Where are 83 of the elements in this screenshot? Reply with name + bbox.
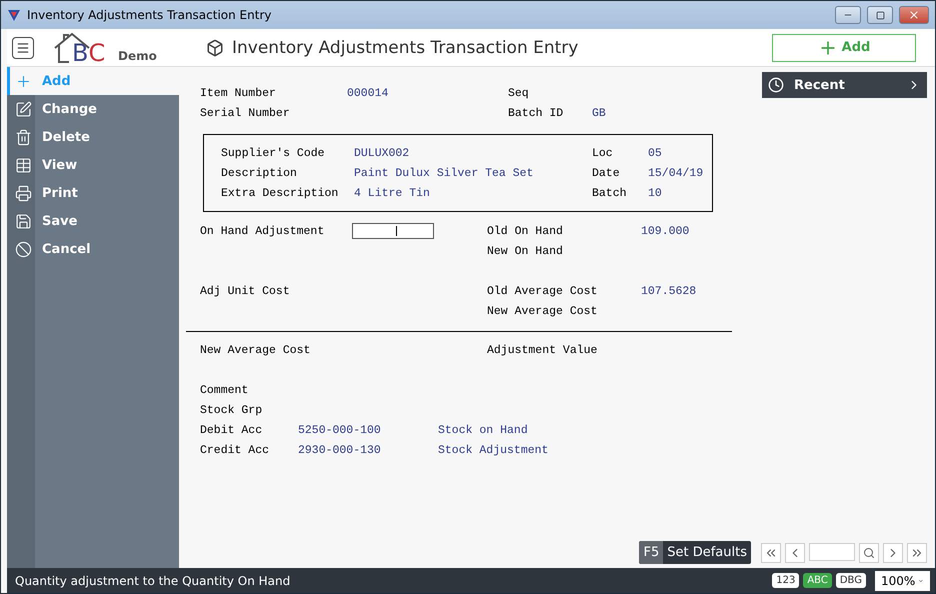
printer-icon xyxy=(15,184,32,202)
field-value: Stock Adjustment xyxy=(438,444,550,456)
add-button[interactable]: Add xyxy=(772,34,916,62)
minimize-button[interactable] xyxy=(835,6,861,24)
logo-letter: B xyxy=(72,40,88,64)
field-label: Credit Acc xyxy=(200,444,270,456)
field-label: Supplier's Code xyxy=(221,146,326,160)
edit-icon xyxy=(15,100,32,118)
set-defaults-button[interactable]: F5 Set Defaults xyxy=(639,541,751,564)
maximize-button[interactable] xyxy=(867,6,893,24)
field-label: Comment xyxy=(200,384,250,396)
logo-tag: Demo xyxy=(118,48,157,62)
window-title: Inventory Adjustments Transaction Entry xyxy=(27,8,272,22)
menu-button[interactable] xyxy=(12,36,34,58)
field-value: 109.000 xyxy=(641,224,690,238)
logo-letter: C xyxy=(88,40,106,64)
field-label: New On Hand xyxy=(487,244,564,258)
zoom-dropdown[interactable]: 100% xyxy=(875,570,930,590)
text-caret xyxy=(396,226,397,236)
field-value: 10 xyxy=(648,186,663,200)
field-label: Batch xyxy=(592,186,628,200)
clock-icon xyxy=(768,77,784,93)
mode-badge[interactable]: DBG xyxy=(836,573,866,588)
field-label: Old Average Cost xyxy=(487,284,598,298)
field-value: 000014 xyxy=(347,86,390,100)
field-label: New Average Cost xyxy=(487,304,598,318)
previous-button[interactable] xyxy=(785,542,805,562)
sidebar-item[interactable]: Cancel xyxy=(7,235,179,263)
mode-badge[interactable]: ABC xyxy=(803,573,832,588)
field-value: Paint Dulux Silver Tea Set xyxy=(354,166,534,180)
sidebar-item[interactable]: Print xyxy=(7,179,179,207)
maximize-icon xyxy=(876,10,884,20)
field-label: Extra Description xyxy=(221,186,340,200)
box-icon xyxy=(206,38,224,56)
field-value: GB xyxy=(592,106,607,120)
field-value: 15/04/19 xyxy=(648,166,704,180)
close-icon xyxy=(908,9,920,21)
recent-label: Recent xyxy=(794,78,846,92)
recent-panel[interactable]: Recent xyxy=(762,72,927,98)
field-label: Date xyxy=(592,166,621,180)
field-label: Stock Grp xyxy=(200,404,264,416)
sidebar-item[interactable]: Delete xyxy=(7,123,179,151)
mode-badge[interactable]: 123 xyxy=(772,573,800,588)
status-text: Quantity adjustment to the Quantity On Hand xyxy=(15,574,292,588)
trash-icon xyxy=(15,128,32,146)
table-icon xyxy=(15,156,32,174)
field-value: DULUX002 xyxy=(354,146,410,160)
app-icon xyxy=(7,8,21,22)
menu-icon xyxy=(16,40,30,54)
close-button[interactable] xyxy=(899,6,929,24)
search-button[interactable] xyxy=(859,542,879,562)
field-label: Item Number xyxy=(200,86,277,100)
input-field[interactable] xyxy=(352,223,434,239)
sidebar-item[interactable]: Save xyxy=(7,207,179,235)
first-page-button[interactable] xyxy=(761,542,781,562)
sidebar-item[interactable]: Add xyxy=(7,67,179,95)
field-label: Debit Acc xyxy=(200,424,264,436)
field-value: 05 xyxy=(648,146,663,160)
field-value: 107.5628 xyxy=(641,284,698,298)
field-label: New Average Cost xyxy=(200,344,312,356)
field-label: Adjustment Value xyxy=(487,344,598,356)
field-label: Loc xyxy=(592,146,614,160)
house-icon xyxy=(54,30,90,62)
field-value: 5250-000-100 xyxy=(298,424,382,436)
field-value: Stock on Hand xyxy=(438,424,529,436)
field-value: 2930-000-130 xyxy=(298,444,382,456)
field-label: Batch ID xyxy=(508,106,564,120)
last-page-button[interactable] xyxy=(907,542,927,562)
field-label: Old On Hand xyxy=(487,224,564,238)
ban-icon xyxy=(15,240,32,258)
page-field[interactable] xyxy=(809,542,855,560)
field-value: 4 Litre Tin xyxy=(354,186,431,200)
save-icon xyxy=(15,212,32,230)
field-label: On Hand Adjustment xyxy=(200,224,326,238)
field-label: Adj Unit Cost xyxy=(200,284,291,298)
sidebar-item[interactable]: Change xyxy=(7,95,179,123)
field-label: Seq xyxy=(508,86,530,100)
field-label: Serial Number xyxy=(200,106,291,120)
next-button[interactable] xyxy=(883,542,903,562)
sidebar-item[interactable]: View xyxy=(7,151,179,179)
search-icon xyxy=(863,546,875,558)
page-title: Inventory Adjustments Transaction Entry xyxy=(232,38,578,58)
field-label: Description xyxy=(221,166,298,180)
